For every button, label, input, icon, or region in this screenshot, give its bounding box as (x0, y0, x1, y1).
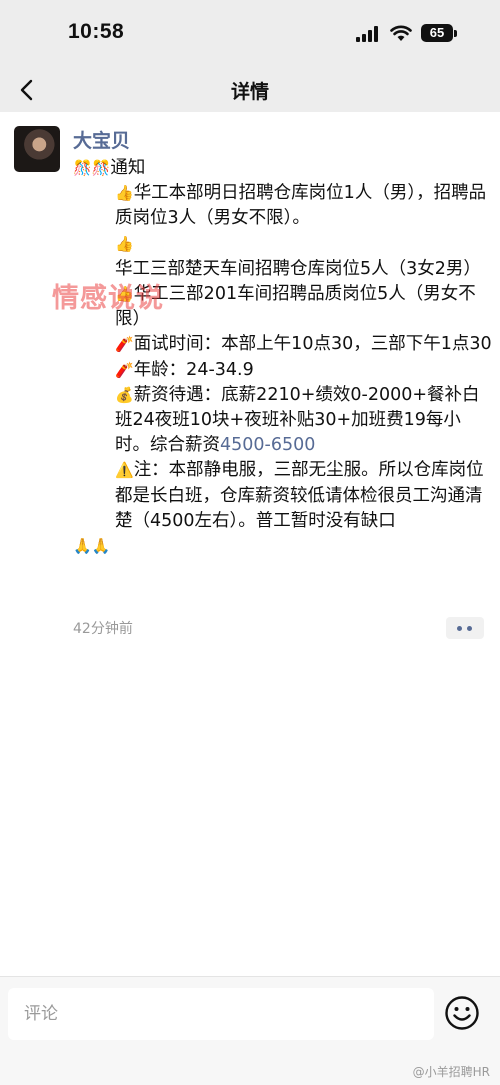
comment-input[interactable] (8, 988, 434, 1040)
page-title: 详情 (230, 81, 269, 103)
firecracker-icon: 🧨 (115, 360, 134, 379)
more-dot-icon (467, 626, 472, 631)
post-line: 👍华工本部明日招聘仓库岗位1人（男），招聘品质岗位3人（男女不限）。 (115, 183, 487, 229)
wifi-icon (390, 25, 412, 41)
source-credit: @小羊招聘HR (412, 1065, 490, 1079)
post-line: 💰薪资待遇：底薪2210+绩效0-2000+餐补白班24夜班10块+夜班补贴30… (115, 384, 480, 456)
cellular-signal-icon (356, 26, 380, 42)
post-line: 🙏🙏 (73, 534, 495, 559)
post-timestamp: 42分钟前 (73, 621, 133, 637)
thumbs-up-icon: 👍 (115, 184, 134, 203)
post-line: 👍华工三部201车间招聘品质岗位5人（男女不限） (115, 284, 476, 330)
post-line: 🧨面试时间：本部上午10点30，三部下午1点30 (115, 334, 492, 355)
status-time: 10:58 (68, 20, 125, 43)
more-options-button[interactable] (446, 617, 484, 639)
more-dot-icon (457, 626, 462, 631)
status-bar: 10:58 65 (0, 0, 500, 68)
thumbs-up-icon: 👍 (115, 285, 134, 304)
thumbs-up-icon: 👍 (115, 234, 134, 253)
emoji-icon[interactable] (444, 995, 480, 1031)
firecracker-icon: 🎊🎊 (73, 159, 111, 177)
avatar[interactable] (14, 126, 60, 172)
battery-tip (454, 30, 457, 37)
author-name[interactable]: 大宝贝 (73, 126, 130, 153)
firecracker-icon: 🧨 (115, 335, 134, 354)
battery-indicator: 65 (421, 24, 453, 42)
post-content: 🎊🎊通知 👍华工本部明日招聘仓库岗位1人（男），招聘品质岗位3人（男女不限）。 … (73, 156, 495, 559)
post-line: 👍华工三部楚天车间招聘仓库岗位5人（3女2男） (115, 234, 481, 279)
nav-bar: 详情 (0, 68, 500, 112)
post-line: 🧨年龄：24-34.9 (115, 359, 254, 380)
warning-icon: ⚠️ (115, 461, 134, 480)
post-line: 🎊🎊通知 (73, 158, 146, 178)
salary-range[interactable]: 4500-6500 (220, 435, 315, 455)
post-line: ⚠️注：本部静电服，三部无尘服。所以仓库岗位都是长白班，仓库薪资较低请体检很员工… (115, 460, 484, 531)
money-bag-icon: 💰 (115, 385, 134, 404)
pray-icon: 🙏🙏 (73, 537, 111, 556)
